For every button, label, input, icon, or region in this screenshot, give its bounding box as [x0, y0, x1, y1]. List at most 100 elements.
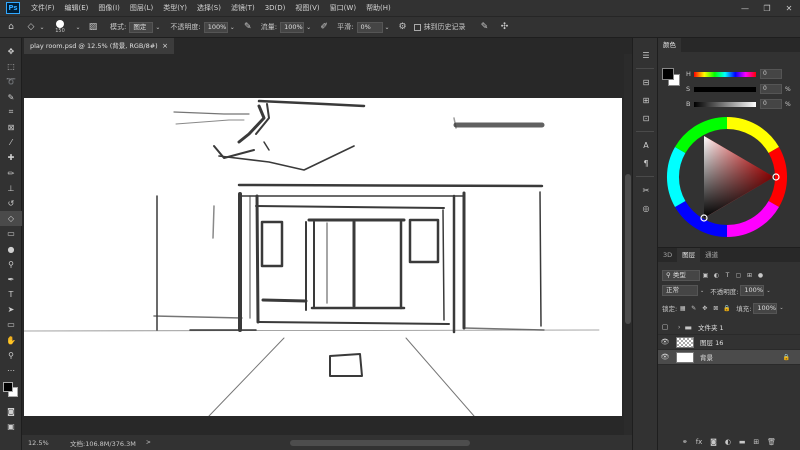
foreground-color-swatch[interactable]: [3, 382, 13, 393]
document-tab[interactable]: play room.psd @ 12.5% (背景, RGB/8#) ×: [24, 38, 174, 54]
brush-chevron-icon[interactable]: ⌄: [74, 20, 82, 34]
menu-type[interactable]: 类型(Y): [158, 3, 192, 13]
path-select-tool-icon[interactable]: ➤: [0, 302, 22, 317]
menu-help[interactable]: 帮助(H): [361, 3, 396, 13]
eraser-tool-icon[interactable]: ◇: [0, 211, 22, 227]
filter-toggle-icon[interactable]: ●: [755, 268, 766, 282]
canvas[interactable]: [24, 98, 622, 416]
menu-edit[interactable]: 编辑(E): [60, 3, 94, 13]
lock-position-icon[interactable]: ✥: [699, 301, 710, 315]
brightness-slider[interactable]: [694, 101, 756, 107]
photoshop-logo[interactable]: Ps: [6, 2, 20, 14]
history-brush-tool-icon[interactable]: ↺: [0, 196, 22, 211]
minimize-button[interactable]: —: [734, 0, 756, 16]
rectangle-tool-icon[interactable]: ▭: [0, 317, 22, 332]
dodge-tool-icon[interactable]: ⚲: [0, 257, 22, 272]
blur-tool-icon[interactable]: ●: [0, 241, 22, 256]
tab-3d[interactable]: 3D: [658, 248, 677, 262]
filter-type-icon[interactable]: T: [722, 268, 733, 282]
fill-chevron-icon[interactable]: ⌄: [779, 305, 783, 311]
smoothing-chevron-icon[interactable]: ⌄: [385, 24, 390, 31]
properties-icon[interactable]: ⊞: [633, 91, 659, 109]
status-menu-arrow-icon[interactable]: >: [146, 439, 151, 446]
gradient-tool-icon[interactable]: ▭: [0, 226, 22, 241]
quick-select-tool-icon[interactable]: ✎: [0, 90, 22, 105]
filter-shape-icon[interactable]: ▢: [733, 268, 744, 282]
lock-all-icon[interactable]: 🔒: [721, 301, 732, 315]
lasso-tool-icon[interactable]: ➰: [0, 74, 22, 89]
filter-adjustment-icon[interactable]: ◐: [711, 268, 722, 282]
menu-layer[interactable]: 图层(L): [125, 3, 158, 13]
eye-icon[interactable]: 👁: [658, 353, 672, 361]
visibility-toggle-empty[interactable]: ▢: [658, 323, 672, 331]
saturation-slider[interactable]: [694, 86, 756, 92]
layer-style-icon[interactable]: fx: [696, 438, 703, 446]
lock-pixels-icon[interactable]: ✎: [688, 301, 699, 315]
tab-layers[interactable]: 图层: [677, 248, 701, 262]
pressure-opacity-icon[interactable]: ✎: [241, 20, 255, 34]
opacity-input[interactable]: 100%: [203, 21, 228, 33]
tab-channels[interactable]: 通道: [700, 248, 723, 262]
quick-mask-icon[interactable]: ◙: [0, 404, 22, 419]
clone-stamp-tool-icon[interactable]: ⊥: [0, 181, 22, 196]
pen-tool-icon[interactable]: ✒: [0, 272, 22, 287]
vertical-scrollbar[interactable]: [624, 54, 632, 435]
expand-chevron-icon[interactable]: ›: [678, 324, 680, 331]
brush-tool-icon[interactable]: ✏: [0, 166, 22, 181]
libraries-icon[interactable]: ⊡: [633, 109, 659, 127]
smoothing-settings-gear-icon[interactable]: ⚙: [396, 20, 410, 34]
saturation-value[interactable]: 0: [760, 84, 782, 94]
horizontal-scroll-thumb[interactable]: [290, 440, 470, 446]
hue-ring[interactable]: [666, 116, 788, 238]
restore-button[interactable]: ❐: [756, 0, 778, 16]
menu-window[interactable]: 窗口(W): [325, 3, 361, 13]
eraser-tool-icon[interactable]: ◇: [24, 20, 38, 34]
menu-filter[interactable]: 滤镜(T): [226, 3, 260, 13]
color-panel-swatches[interactable]: [662, 68, 684, 90]
close-document-icon[interactable]: ×: [162, 38, 168, 54]
crop-tool-icon[interactable]: ⌗: [0, 105, 22, 120]
eyedropper-tool-icon[interactable]: ⁄: [0, 135, 22, 150]
home-icon[interactable]: ⌂: [4, 20, 18, 34]
move-tool-icon[interactable]: ✥: [0, 44, 22, 59]
delete-layer-icon[interactable]: 🗑: [767, 438, 776, 446]
vertical-scroll-thumb[interactable]: [625, 174, 631, 324]
zoom-level[interactable]: 12.5%: [22, 439, 60, 447]
mode-chevron-icon[interactable]: ⌄: [155, 24, 160, 31]
color-wheel[interactable]: [666, 116, 788, 238]
tool-presets-icon[interactable]: ✂: [633, 181, 659, 199]
brush-preset-picker[interactable]: 150: [52, 20, 68, 34]
marquee-tool-icon[interactable]: ⬚: [0, 59, 22, 74]
layer-row-background[interactable]: 👁 背景 🔒: [658, 350, 800, 365]
layer-opacity-input[interactable]: 100%: [740, 285, 765, 296]
character-panel-icon[interactable]: A: [633, 136, 659, 154]
blend-mode-chevron-icon[interactable]: ⌄: [700, 288, 704, 294]
menu-3d[interactable]: 3D(D): [260, 4, 291, 12]
fill-input[interactable]: 100%: [753, 302, 778, 314]
more-tools-icon[interactable]: ⋯: [0, 363, 22, 378]
lock-artboard-icon[interactable]: ⊠: [710, 301, 721, 315]
new-layer-icon[interactable]: ⊞: [753, 438, 759, 446]
flow-chevron-icon[interactable]: ⌄: [306, 24, 311, 31]
pressure-size-icon[interactable]: ✎: [478, 20, 492, 34]
paragraph-panel-icon[interactable]: ¶: [633, 154, 659, 172]
flow-input[interactable]: 100%: [280, 21, 305, 33]
zoom-tool-icon[interactable]: ⚲: [0, 348, 22, 363]
mode-select[interactable]: 图定: [129, 21, 154, 33]
menu-select[interactable]: 选择(S): [192, 3, 226, 13]
layer-row-pixel[interactable]: 👁 图层 16: [658, 335, 800, 350]
tab-color[interactable]: 颜色: [658, 38, 681, 52]
frame-tool-icon[interactable]: ⊠: [0, 120, 22, 135]
blend-mode-select[interactable]: 正常: [662, 285, 698, 296]
color-swatches[interactable]: [0, 378, 22, 404]
hand-tool-icon[interactable]: ✋: [0, 333, 22, 348]
link-layers-icon[interactable]: ⚭: [682, 438, 688, 446]
symmetry-icon[interactable]: ✣: [498, 20, 512, 34]
lock-transparency-icon[interactable]: ▦: [677, 301, 688, 315]
close-window-button[interactable]: ✕: [778, 0, 800, 16]
creative-cloud-icon[interactable]: ◎: [633, 199, 659, 217]
layer-opacity-chevron-icon[interactable]: ⌄: [766, 288, 770, 294]
history-panel-icon[interactable]: ☰: [633, 46, 659, 64]
opacity-chevron-icon[interactable]: ⌄: [230, 24, 235, 31]
tool-preset-chevron-icon[interactable]: ⌄: [38, 20, 46, 34]
